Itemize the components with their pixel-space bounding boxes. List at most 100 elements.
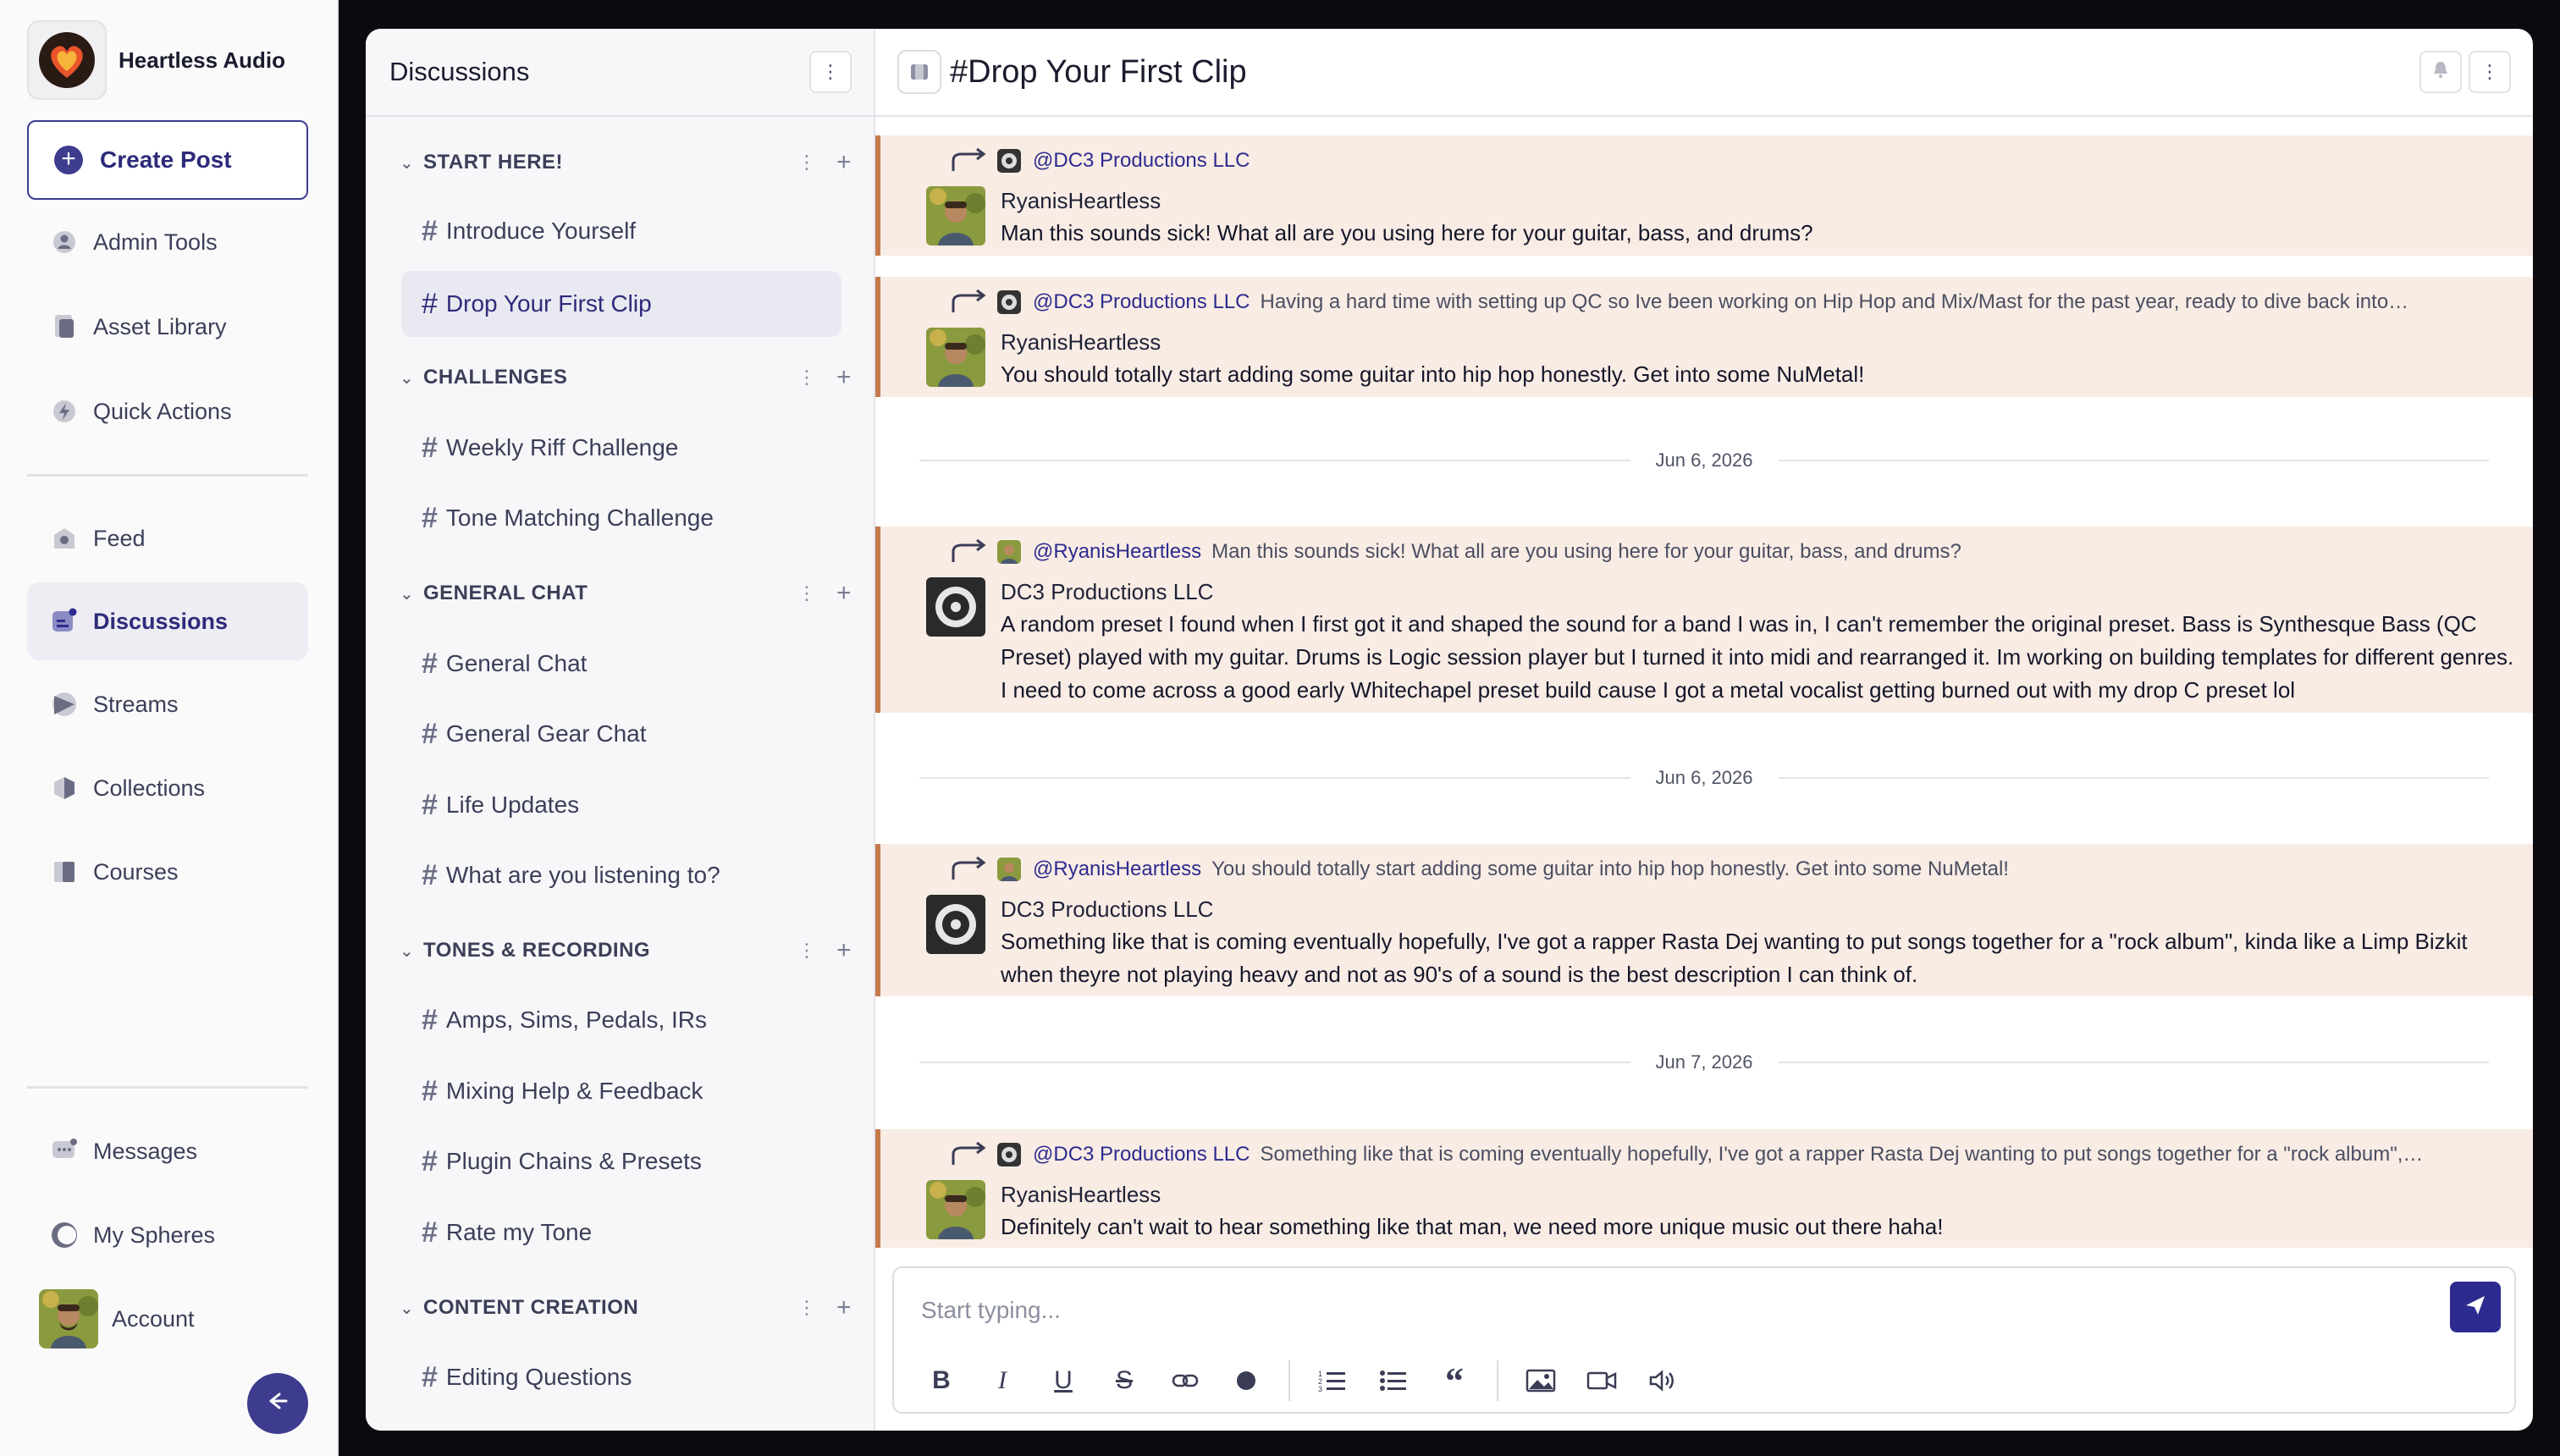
nav-streams[interactable]: Streams xyxy=(27,665,308,743)
author-avatar[interactable] xyxy=(926,186,985,245)
chat-bubble-icon xyxy=(49,1136,80,1166)
reply-reference[interactable]: @DC3 Productions LLC xyxy=(952,144,2492,178)
message-item[interactable]: @DC3 Productions LLC Having a hard time … xyxy=(875,277,2533,397)
message-item[interactable]: @RyanisHeartless You should totally star… xyxy=(875,844,2533,996)
nav-messages[interactable]: Messages xyxy=(27,1112,308,1190)
ordered-list-icon[interactable]: 123 xyxy=(1302,1359,1363,1402)
channel-mixing-help-feedback[interactable]: # Mixing Help & Feedback xyxy=(401,1058,841,1124)
channel-what-are-you-listening-to[interactable]: # What are you listening to? xyxy=(401,842,841,908)
reply-mention[interactable]: @DC3 Productions LLC xyxy=(1033,149,1250,173)
svg-text:3: 3 xyxy=(1318,1385,1322,1393)
reply-mention[interactable]: @DC3 Productions LLC xyxy=(1033,290,1250,314)
kebab-icon[interactable]: ⋮ xyxy=(797,940,816,962)
strikethrough-icon[interactable]: S xyxy=(1094,1359,1155,1402)
channel-list-menu-button[interactable]: ⋮ xyxy=(809,51,852,93)
kebab-icon[interactable]: ⋮ xyxy=(797,582,816,604)
channel-general-chat[interactable]: # General Chat xyxy=(401,631,841,697)
kebab-icon: ⋮ xyxy=(2480,61,2499,82)
channel-list: Discussions ⋮ ⌄ START HERE! ⋮ + # Introd… xyxy=(366,29,875,1431)
author-avatar[interactable] xyxy=(926,328,985,387)
message-author[interactable]: DC3 Productions LLC xyxy=(1001,579,1213,605)
channel-rate-my-tone[interactable]: # Rate my Tone xyxy=(401,1200,841,1266)
bullet-list-icon[interactable] xyxy=(1363,1359,1424,1402)
reply-reference[interactable]: @RyanisHeartless You should totally star… xyxy=(952,852,2492,886)
audio-icon[interactable] xyxy=(1632,1359,1693,1402)
send-icon xyxy=(2463,1293,2488,1322)
reply-preview: Something like that is coming eventually… xyxy=(1260,1143,2424,1166)
video-icon[interactable] xyxy=(1571,1359,1632,1402)
add-channel-icon[interactable]: + xyxy=(836,363,852,392)
send-button[interactable] xyxy=(2450,1282,2501,1332)
quote-icon[interactable]: “ xyxy=(1424,1359,1485,1402)
channel-introduce-yourself[interactable]: # Introduce Yourself xyxy=(401,198,841,264)
reply-mention[interactable]: @RyanisHeartless xyxy=(1033,858,1201,881)
create-post-button[interactable]: + Create Post xyxy=(27,120,308,200)
kebab-icon[interactable]: ⋮ xyxy=(797,1297,816,1319)
message-author[interactable]: RyanisHeartless xyxy=(1001,329,1161,356)
nav-label: Asset Library xyxy=(93,313,227,339)
message-author[interactable]: RyanisHeartless xyxy=(1001,188,1161,214)
category-general-chat[interactable]: ⌄ GENERAL CHAT ⋮ + xyxy=(400,573,852,614)
nav-admin-tools[interactable]: Admin Tools xyxy=(27,203,308,281)
chevron-down-icon: ⌄ xyxy=(400,941,414,961)
nav-feed[interactable]: Feed xyxy=(27,499,308,577)
emoji-icon[interactable] xyxy=(1216,1359,1277,1402)
channel-plugin-chains-presets[interactable]: # Plugin Chains & Presets xyxy=(401,1128,841,1194)
author-avatar[interactable] xyxy=(926,895,985,954)
notifications-button[interactable] xyxy=(2419,51,2462,93)
nav-courses[interactable]: Courses xyxy=(27,833,308,911)
channel-tone-matching-challenge[interactable]: # Tone Matching Challenge xyxy=(401,485,841,551)
category-start-here[interactable]: ⌄ START HERE! ⋮ + xyxy=(400,142,852,183)
nav-collections[interactable]: Collections xyxy=(27,749,308,827)
message-body: You should totally start adding some gui… xyxy=(1001,361,1865,387)
add-channel-icon[interactable]: + xyxy=(836,936,852,965)
channel-weekly-riff-challenge[interactable]: # Weekly Riff Challenge xyxy=(401,415,841,481)
nav-discussions[interactable]: Discussions xyxy=(27,582,308,660)
nav-label: Account xyxy=(112,1305,195,1332)
nav-asset-library[interactable]: Asset Library xyxy=(27,288,308,366)
channel-general-gear-chat[interactable]: # General Gear Chat xyxy=(401,701,841,767)
italic-icon[interactable]: I xyxy=(972,1359,1033,1402)
nav-account[interactable]: Account xyxy=(27,1280,308,1358)
nav-label: Quick Actions xyxy=(93,398,232,424)
reply-preview: Having a hard time with setting up QC so… xyxy=(1260,290,2409,313)
author-avatar[interactable] xyxy=(926,577,985,637)
reply-reference[interactable]: @DC3 Productions LLC Something like that… xyxy=(952,1138,2492,1172)
message-input[interactable] xyxy=(921,1285,2360,1336)
add-channel-icon[interactable]: + xyxy=(836,1293,852,1322)
collapse-sidebar-button[interactable] xyxy=(247,1373,308,1434)
category-tones-recording[interactable]: ⌄ TONES & RECORDING ⋮ + xyxy=(400,930,852,971)
message-item[interactable]: @DC3 Productions LLC RyanisHeartless Man… xyxy=(875,135,2533,256)
category-challenges[interactable]: ⌄ CHALLENGES ⋮ + xyxy=(400,357,852,398)
add-channel-icon[interactable]: + xyxy=(836,579,852,608)
date-separator: Jun 6, 2026 xyxy=(919,761,2490,795)
app-sidebar: Heartless Audio + Create Post Admin Tool… xyxy=(0,0,339,1456)
image-icon[interactable] xyxy=(1510,1359,1571,1402)
nav-quick-actions[interactable]: Quick Actions xyxy=(27,372,308,450)
reply-reference[interactable]: @RyanisHeartless Man this sounds sick! W… xyxy=(952,535,2492,569)
message-item[interactable]: @RyanisHeartless Man this sounds sick! W… xyxy=(875,527,2533,713)
reply-reference[interactable]: @DC3 Productions LLC Having a hard time … xyxy=(952,285,2492,319)
conversation-menu-button[interactable]: ⋮ xyxy=(2469,51,2511,93)
underline-icon[interactable]: U xyxy=(1033,1359,1094,1402)
channel-drop-your-first-clip[interactable]: # Drop Your First Clip xyxy=(401,271,841,337)
message-author[interactable]: RyanisHeartless xyxy=(1001,1182,1161,1208)
message-author[interactable]: DC3 Productions LLC xyxy=(1001,896,1213,923)
nav-my-spheres[interactable]: My Spheres xyxy=(27,1196,308,1274)
link-icon[interactable] xyxy=(1155,1359,1216,1402)
channel-life-updates[interactable]: # Life Updates xyxy=(401,772,841,838)
reply-mention[interactable]: @RyanisHeartless xyxy=(1033,540,1201,564)
kebab-icon[interactable]: ⋮ xyxy=(797,367,816,389)
author-avatar[interactable] xyxy=(926,1180,985,1239)
category-content-creation[interactable]: ⌄ CONTENT CREATION ⋮ + xyxy=(400,1288,852,1328)
add-channel-icon[interactable]: + xyxy=(836,148,852,177)
brand[interactable]: Heartless Audio xyxy=(27,20,285,100)
channel-icon[interactable] xyxy=(897,50,941,94)
message-item[interactable]: @DC3 Productions LLC Something like that… xyxy=(875,1129,2533,1248)
kebab-icon[interactable]: ⋮ xyxy=(797,152,816,174)
reply-mention[interactable]: @DC3 Productions LLC xyxy=(1033,1143,1250,1166)
channel-editing-questions[interactable]: # Editing Questions xyxy=(401,1344,841,1410)
chevron-down-icon: ⌄ xyxy=(400,1299,414,1318)
bold-icon[interactable]: B xyxy=(911,1359,972,1402)
channel-amps-sims-pedals-irs[interactable]: # Amps, Sims, Pedals, IRs xyxy=(401,987,841,1053)
